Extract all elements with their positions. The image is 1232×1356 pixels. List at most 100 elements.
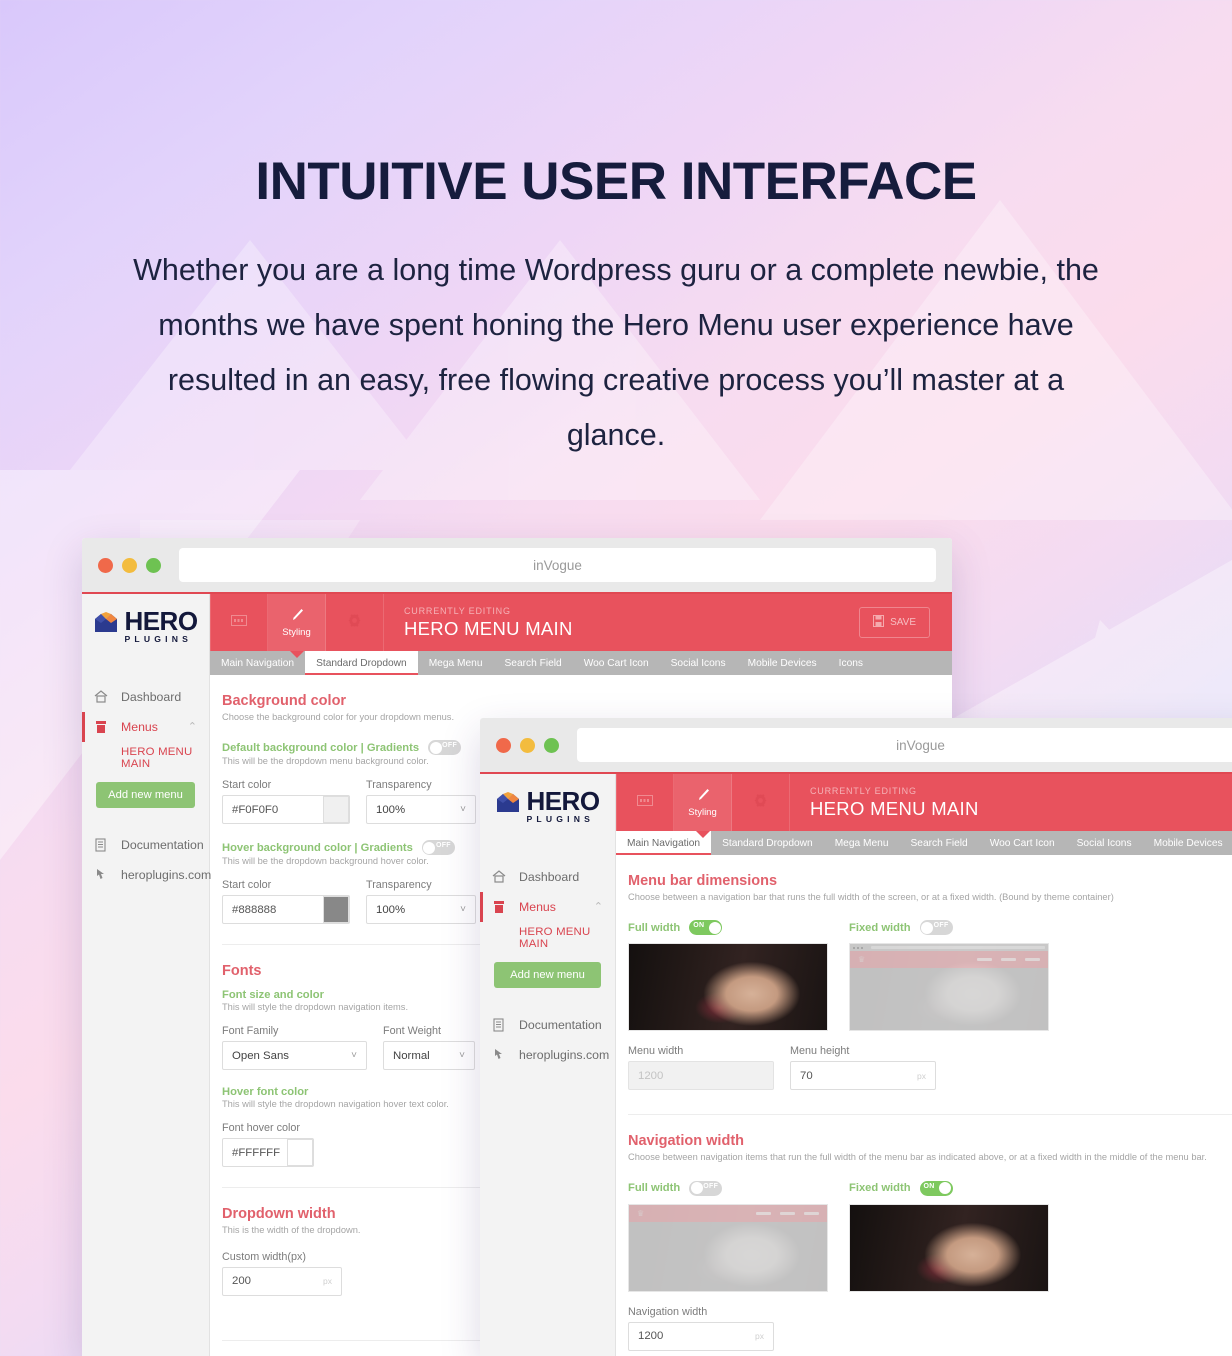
tab-mobile-devices[interactable]: Mobile Devices <box>1143 831 1232 855</box>
background-color-section-title: Background color <box>222 693 347 709</box>
chevron-down-icon: ˅ <box>351 1050 357 1062</box>
default-start-color-swatch[interactable] <box>323 796 349 824</box>
nav-full-width-row: Full width OFF <box>628 1180 828 1196</box>
preview-nav-fixed-width[interactable]: ♛ <box>849 1203 1049 1292</box>
navigation-width-input[interactable]: 1200 px <box>628 1321 774 1351</box>
font-weight-field: Font Weight Normal ˅ <box>383 1025 475 1071</box>
sidebar-item-label: Documentation <box>519 1017 602 1032</box>
browser-chrome: inVogue <box>82 538 952 594</box>
url-bar[interactable]: inVogue <box>179 548 936 582</box>
sidebar-item-documentation[interactable]: Documentation <box>480 1010 615 1040</box>
hover-start-color-field: Start color #888888 <box>222 879 350 925</box>
app-main: Styling CURRENTLY EDITING HERO MENU MAIN… <box>616 774 1232 1356</box>
hover-transparency-label: Transparency <box>366 879 432 892</box>
default-transparency-select[interactable]: 100% ˅ <box>366 795 476 825</box>
close-icon[interactable] <box>98 557 113 573</box>
url-bar[interactable]: inVogue <box>577 728 1232 762</box>
default-start-color-input[interactable]: #F0F0F0 <box>222 795 350 825</box>
topbar-button-settings[interactable] <box>326 594 384 651</box>
maximize-icon[interactable] <box>544 737 559 753</box>
sidebar-item-heroplugins-com[interactable]: heroplugins.com <box>480 1040 615 1070</box>
minimize-icon[interactable] <box>520 737 535 753</box>
nav-fixed-width-toggle[interactable]: ON <box>919 1180 953 1196</box>
topbar-button-menu-bars[interactable] <box>210 594 268 651</box>
logo-primary-text: HERO <box>526 786 600 816</box>
preview-photo <box>850 1204 1048 1291</box>
chevron-up-icon[interactable]: ⌃ <box>188 720 197 733</box>
sidebar-subitem-hero-menu-main[interactable]: HERO MENU MAIN <box>480 922 615 958</box>
custom-width-value: 200 <box>232 1275 252 1288</box>
font-hover-color-swatch[interactable] <box>287 1139 313 1167</box>
default-background-color-label: Default background color | Gradients <box>222 741 420 754</box>
hover-transparency-value: 100% <box>376 903 406 916</box>
brush-icon <box>289 607 305 626</box>
hero-section: INTUITIVE USER INTERFACE Whether you are… <box>0 0 1232 463</box>
tab-standard-dropdown[interactable]: Standard Dropdown <box>711 831 824 855</box>
section-divider <box>628 1114 1232 1116</box>
hover-start-color-input[interactable]: #888888 <box>222 895 350 925</box>
menu-width-value: 1200 <box>638 1069 664 1082</box>
brush-icon <box>695 787 711 806</box>
tab-standard-dropdown[interactable]: Standard Dropdown <box>305 651 418 675</box>
tab-icons[interactable]: Icons <box>828 651 874 675</box>
chevron-up-icon[interactable]: ⌃ <box>594 900 603 913</box>
preview-full-width[interactable]: ♛ <box>628 943 828 1032</box>
topbar-button-styling[interactable]: Styling <box>674 774 732 838</box>
menu-width-input[interactable]: 1200 <box>628 1061 774 1091</box>
menu-width-label: Menu width <box>628 1045 684 1058</box>
close-icon[interactable] <box>496 737 511 753</box>
custom-width-input[interactable]: 200 px <box>222 1266 342 1296</box>
topbar-button-settings[interactable] <box>732 774 790 831</box>
sidebar-item-heroplugins-com[interactable]: heroplugins.com <box>82 860 211 890</box>
menu-bar-fixed-width-toggle[interactable]: OFF <box>919 920 953 936</box>
sidebar-item-menus[interactable]: Menus ⌃ <box>480 891 615 922</box>
tab-search-field[interactable]: Search Field <box>494 651 573 675</box>
sidebar-item-label: Dashboard <box>121 689 182 704</box>
topbar-button-menu-bars[interactable] <box>616 774 674 831</box>
tab-woo-cart-icon[interactable]: Woo Cart Icon <box>573 651 660 675</box>
save-button-label: SAVE <box>890 617 916 628</box>
font-family-label: Font Family <box>222 1025 279 1038</box>
tab-mega-menu[interactable]: Mega Menu <box>418 651 494 675</box>
sidebar-item-menus[interactable]: Menus ⌃ <box>82 711 209 742</box>
menu-height-input[interactable]: 70 px <box>790 1061 936 1091</box>
font-weight-select[interactable]: Normal ˅ <box>383 1041 475 1071</box>
maximize-icon[interactable] <box>146 557 161 573</box>
font-hover-color-input[interactable]: #FFFFFF <box>222 1138 314 1168</box>
menu-width-field: Menu width 1200 <box>628 1045 774 1091</box>
hover-start-color-swatch[interactable] <box>323 896 349 924</box>
preview-nav-full-width[interactable]: ♛ <box>628 1203 828 1292</box>
logo-primary-text: HERO <box>124 606 198 636</box>
sidebar-item-dashboard[interactable]: Dashboard <box>480 862 615 892</box>
nav-full-width-toggle[interactable]: OFF <box>689 1180 723 1196</box>
traffic-lights <box>496 737 559 753</box>
sidebar-subitem-hero-menu-main[interactable]: HERO MENU MAIN <box>82 742 209 778</box>
tab-search-field[interactable]: Search Field <box>900 831 979 855</box>
hover-background-color-label: Hover background color | Gradients <box>222 841 413 854</box>
save-button[interactable]: SAVE <box>859 607 930 638</box>
menu-height-label: Menu height <box>790 1045 850 1058</box>
tab-woo-cart-icon[interactable]: Woo Cart Icon <box>979 831 1066 855</box>
menu-bar-full-width-toggle[interactable]: ON <box>689 920 723 936</box>
navigation-width-desc: Choose between navigation items that run… <box>628 1152 1207 1163</box>
hover-background-gradients-toggle[interactable]: OFF <box>421 840 455 856</box>
minimize-icon[interactable] <box>122 557 137 573</box>
hover-transparency-select[interactable]: 100% ˅ <box>366 895 476 925</box>
sidebar-item-documentation[interactable]: Documentation <box>82 830 209 860</box>
tab-mobile-devices[interactable]: Mobile Devices <box>737 651 828 675</box>
default-background-gradients-toggle[interactable]: OFF <box>428 740 462 756</box>
tab-social-icons[interactable]: Social Icons <box>660 651 737 675</box>
font-family-field: Font Family Open Sans ˅ <box>222 1025 367 1071</box>
tab-mega-menu[interactable]: Mega Menu <box>824 831 900 855</box>
font-family-select[interactable]: Open Sans ˅ <box>222 1041 367 1071</box>
font-weight-value: Normal <box>393 1049 430 1062</box>
sidebar-item-dashboard[interactable]: Dashboard <box>82 682 209 712</box>
topbar-button-styling[interactable]: Styling <box>268 594 326 658</box>
url-text: inVogue <box>896 737 945 753</box>
preview-fixed-width[interactable]: ♛ <box>849 943 1049 1032</box>
navigation-width-toggles-row: Full width OFF Fixed width ON <box>628 1180 1232 1196</box>
add-new-menu-button[interactable]: Add new menu <box>96 781 195 808</box>
logo-secondary-text: PLUGINS <box>124 634 193 644</box>
tab-social-icons[interactable]: Social Icons <box>1066 831 1143 855</box>
add-new-menu-button[interactable]: Add new menu <box>494 961 601 988</box>
